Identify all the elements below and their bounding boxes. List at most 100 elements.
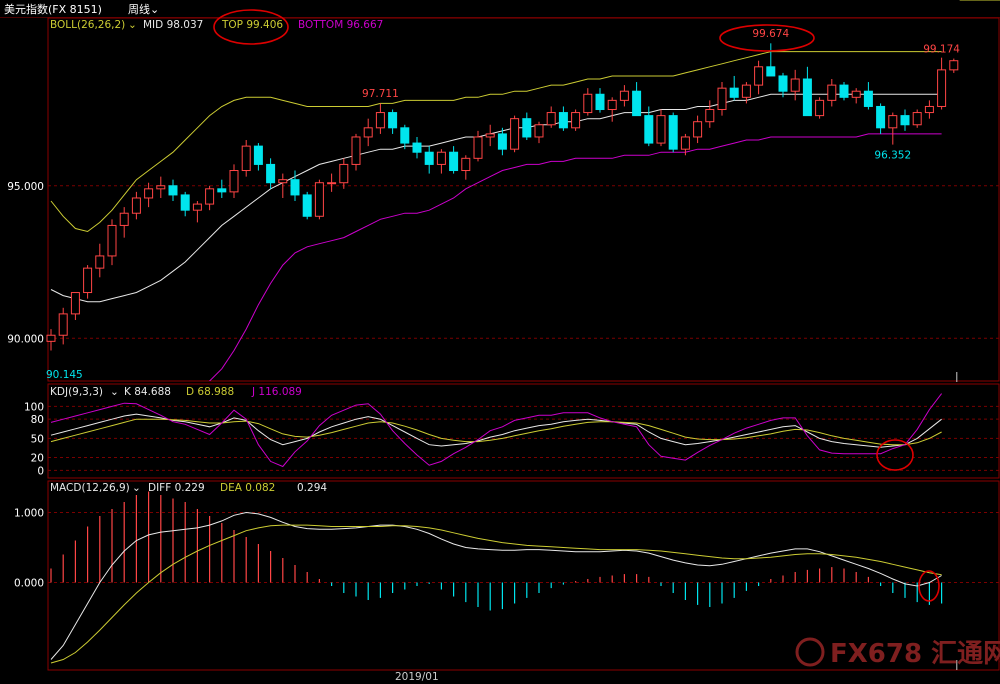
candle-up (656, 115, 666, 144)
grid-lines (48, 185, 1000, 670)
left-edge-value: 90.145 (46, 369, 83, 381)
candle-up (924, 105, 934, 114)
boll-bottom-label: BOTTOM 96.667 (298, 19, 383, 31)
y-tick-macd: 0.000 (14, 578, 44, 590)
y-tick-main: 95.000 (7, 181, 44, 193)
candle-up (546, 112, 556, 126)
candle-down (168, 185, 178, 196)
candle-up (510, 118, 520, 150)
macd-dea-label: DEA 0.082 (220, 482, 275, 494)
price-annotation: 99.174 (923, 43, 960, 55)
candle-down (558, 112, 568, 129)
candle-up (827, 84, 837, 101)
price-annotation: 97.711 (362, 88, 399, 100)
candle-up (485, 133, 495, 138)
candle-down (876, 105, 886, 129)
y-tick-kdj: 100 (24, 401, 44, 413)
boll-mid-label: MID 98.037 (143, 19, 203, 31)
chevron-down-icon[interactable]: ⌄ (132, 482, 141, 494)
panel-frame-main (47, 17, 1000, 382)
candle-up (436, 151, 446, 165)
candle-up (363, 127, 373, 138)
candle-up (461, 157, 471, 172)
candle-up (83, 267, 93, 294)
candle-down (266, 163, 276, 184)
candle-up (705, 109, 715, 123)
candle-down (766, 66, 776, 77)
y-tick-main: 90.000 (7, 333, 44, 345)
candle-up (241, 145, 251, 172)
chevron-down-icon[interactable]: ⌄ (110, 386, 119, 398)
candle-up (327, 182, 337, 185)
candle-up (619, 90, 629, 101)
y-tick-kdj: 50 (31, 433, 44, 445)
macd-diff-label: DIFF 0.229 (148, 482, 205, 494)
candle-up (473, 136, 483, 159)
watermark-text: FX678 汇通网 (830, 639, 1000, 669)
candle-down (863, 90, 873, 107)
candle-up (278, 179, 288, 184)
candle-up (583, 93, 593, 114)
kdj-k-label: K 84.688 (124, 386, 171, 398)
candle-down (644, 115, 654, 144)
candle-up (58, 313, 68, 336)
candle-up (888, 115, 898, 129)
candle-down (253, 145, 263, 165)
candle-down (497, 133, 507, 150)
candle-up (534, 124, 544, 138)
candle-up (680, 136, 690, 150)
macd-histogram (50, 491, 943, 611)
candle-down (424, 151, 434, 165)
candle-down (595, 93, 605, 111)
candle-down (412, 142, 422, 153)
kdj-legend: KDJ(9,3,3) ⌄ K 84.688 D 68.988 J 116.089 (50, 386, 302, 398)
candle-up (375, 112, 385, 129)
candle-up (949, 60, 959, 71)
candle-up (815, 99, 825, 117)
candle-up (912, 112, 922, 126)
price-annotation: 96.352 (874, 150, 911, 162)
candles (46, 43, 959, 351)
candle-up (107, 224, 117, 257)
y-tick-kdj: 0 (37, 465, 44, 477)
candle-down (180, 194, 190, 211)
price-annotation: 99.674 (752, 28, 789, 40)
candle-up (229, 170, 239, 193)
candle-up (144, 188, 154, 199)
macd-legend-name: MACD(12,26,9) (50, 482, 130, 494)
chevron-down-icon[interactable]: ⌄ (128, 19, 137, 31)
kdj-y-ticks: 10080 50 200 (24, 401, 44, 477)
candle-down (839, 84, 849, 98)
boll-legend-name: BOLL(26,26,2) (50, 19, 125, 31)
boll-top-label: TOP 99.406 (221, 19, 283, 31)
candle-down (778, 75, 788, 92)
candle-up (95, 255, 105, 269)
macd-value-label: 0.294 (297, 482, 327, 494)
candle-up (693, 121, 703, 138)
candle-up (131, 197, 141, 214)
kdj-j-label: J 116.089 (251, 386, 302, 398)
candle-up (70, 292, 80, 315)
panel-frame-kdj (47, 383, 1000, 479)
candle-up (351, 136, 361, 165)
candle-up (754, 66, 764, 86)
candle-up (571, 112, 581, 129)
chart-area[interactable]: 97.711 99.674 99.174 96.352 95.000 90.000 10… (0, 0, 1000, 684)
kdj-legend-name: KDJ(9,3,3) (50, 386, 103, 398)
candle-down (388, 112, 398, 129)
candle-up (851, 90, 861, 98)
boll-bands (50, 51, 942, 381)
candle-up (717, 87, 727, 111)
main-y-ticks: 95.000 90.000 (7, 181, 44, 346)
y-tick-kdj: 80 (31, 414, 44, 426)
y-tick-kdj: 20 (31, 453, 44, 465)
candle-down (802, 78, 812, 117)
candle-up (192, 203, 202, 211)
macd-line-diff (50, 511, 942, 660)
kdj-line-k (50, 413, 942, 448)
globe-logo-icon (795, 637, 825, 667)
candle-up (205, 188, 215, 205)
candle-down (632, 90, 642, 117)
candle-up (937, 69, 947, 107)
macd-legend: MACD(12,26,9) ⌄ DIFF 0.229 DEA 0.082 0.2… (50, 482, 327, 494)
